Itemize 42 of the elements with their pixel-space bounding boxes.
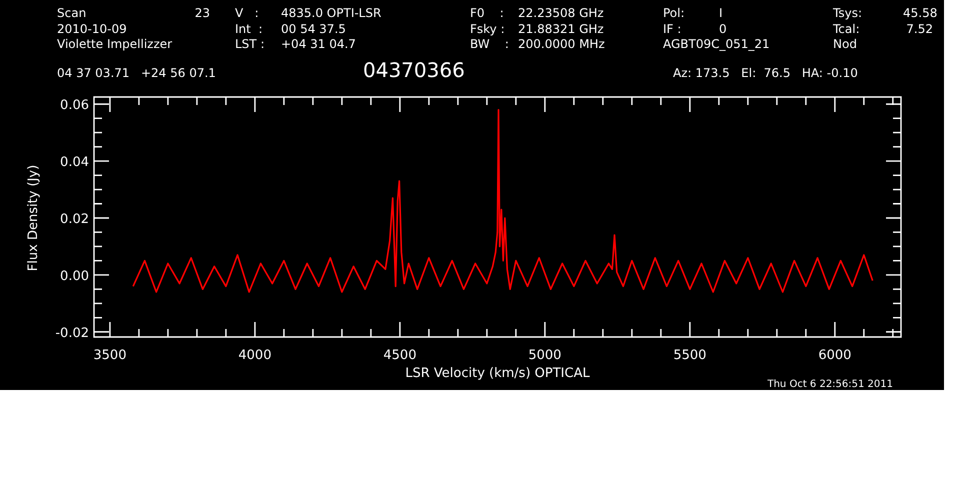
header-value: 00 54 37.5 (281, 22, 346, 37)
header-value: 0 (719, 22, 727, 37)
header-label: Scan (57, 6, 88, 22)
pointing-text: Az: 173.5 El: 76.5 HA: -0.10 (673, 66, 858, 80)
x-tick-label: 4500 (383, 348, 416, 363)
header-label: 2010-10-09 (57, 22, 127, 37)
header-value: 21.88321 GHz (518, 22, 604, 37)
x-axis-title: LSR Velocity (km/s) OPTICAL (405, 366, 590, 381)
y-tick-label: 0.00 (60, 268, 89, 284)
header-label: IF : (663, 22, 682, 37)
y-tick-label: -0.02 (55, 326, 89, 341)
header-value: 4835.0 OPTI-LSR (281, 6, 382, 22)
header-label: AGBT09C_051_21 (663, 37, 770, 52)
header-value: 7.52 (905, 22, 933, 37)
header-label: BW : (470, 37, 510, 52)
x-tick-label: 4000 (238, 348, 272, 363)
header-value: 23 (194, 6, 210, 22)
header-label: Tsys: (833, 6, 863, 22)
y-tick-label: 0.06 (60, 98, 89, 114)
header-label: F0 : (470, 6, 505, 22)
x-tick-label: 5500 (673, 348, 706, 363)
x-tick-label: 5000 (528, 348, 562, 363)
header-label: Pol: (663, 6, 686, 22)
y-tick-label: 0.04 (60, 155, 89, 170)
header-value: +04 31 04.7 (281, 37, 356, 52)
header-label: Violette Impellizzer (57, 37, 172, 52)
x-tick-label: 3500 (93, 348, 126, 363)
source-name: 04370366 (363, 58, 466, 82)
header-label: Nod (833, 37, 857, 52)
header-label: Tcal: (833, 22, 861, 37)
y-tick-label: 0.02 (60, 212, 89, 227)
header-label: LST : (235, 37, 266, 52)
header-value: 22.23508 GHz (518, 6, 604, 22)
x-tick-label: 6000 (818, 348, 852, 363)
header-value: I (719, 6, 723, 22)
header-label: Fsky : (470, 22, 506, 37)
header-label: V : (235, 6, 260, 22)
header-label: Int : (235, 22, 264, 37)
header-value: 200.0000 MHz (518, 37, 605, 52)
timestamp: Thu Oct 6 22:56:51 2011 (767, 379, 893, 390)
coordinates-text: 04 37 03.71 +24 56 07.1 (57, 66, 217, 80)
y-axis-title: Flux Density (Jy) (26, 164, 41, 272)
